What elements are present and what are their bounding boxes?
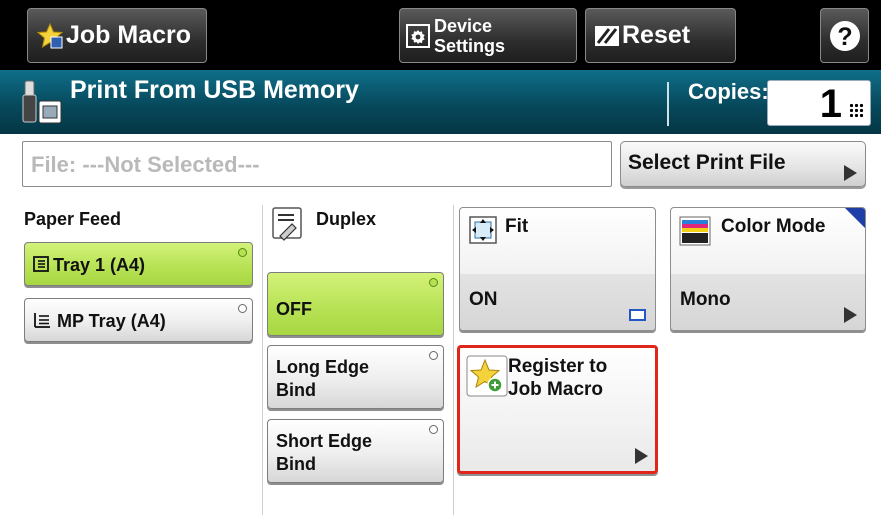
fit-setting-indicator	[629, 309, 646, 321]
register-label-line2: Job Macro	[508, 379, 604, 400]
copies-label: Copies:	[688, 79, 769, 104]
duplex-long-edge-button[interactable]: Long Edge Bind	[267, 345, 444, 409]
tray-icon	[33, 256, 49, 272]
arrow-right-icon	[844, 165, 857, 181]
keypad-icon	[849, 103, 864, 118]
register-label-line1: Register to	[508, 356, 608, 377]
reset-icon	[595, 25, 619, 46]
copies-value: 1	[819, 82, 842, 126]
device-settings-label-line1: Device	[434, 15, 493, 36]
select-print-file-label: Select Print File	[628, 151, 786, 174]
help-button[interactable]: ?	[820, 8, 869, 63]
device-settings-label-line2: Settings	[434, 35, 506, 56]
mp-tray-label: MP Tray (A4)	[57, 311, 166, 331]
help-icon: ?	[829, 20, 860, 51]
column-divider	[453, 205, 454, 515]
star-icon	[37, 22, 63, 48]
unselected-indicator	[429, 425, 438, 434]
duplex-off-button[interactable]: OFF	[267, 272, 444, 336]
duplex-label: Duplex	[316, 209, 377, 229]
help-label: ?	[837, 23, 852, 51]
usb-memory-icon	[22, 80, 62, 124]
selected-indicator	[238, 248, 247, 257]
arrow-right-icon	[844, 307, 857, 323]
color-mode-icon	[679, 216, 711, 246]
device-settings-button[interactable]: Device Settings	[399, 8, 577, 63]
unselected-indicator	[429, 351, 438, 360]
register-star-icon	[466, 355, 508, 397]
reset-label: Reset	[622, 21, 691, 49]
short-edge-label-line2: Bind	[276, 454, 316, 474]
file-field-text: File: ---Not Selected---	[31, 152, 260, 177]
fit-icon	[469, 216, 497, 244]
reset-button[interactable]: Reset	[585, 8, 736, 63]
copies-input[interactable]: 1	[767, 80, 871, 126]
title-divider	[667, 82, 669, 126]
duplex-short-edge-button[interactable]: Short Edge Bind	[267, 419, 444, 483]
color-mode-tile[interactable]: Color Mode Mono	[670, 207, 866, 331]
job-macro-button[interactable]: Job Macro	[27, 8, 207, 63]
selected-indicator	[429, 278, 438, 287]
long-edge-label-line1: Long Edge	[276, 357, 369, 377]
long-edge-label-line2: Bind	[276, 380, 316, 400]
job-macro-label: Job Macro	[66, 21, 192, 49]
page-title: Print From USB Memory	[70, 76, 359, 104]
select-print-file-button[interactable]: Select Print File	[620, 141, 866, 187]
fit-value: ON	[469, 289, 498, 310]
mp-tray-icon	[34, 313, 50, 328]
fit-tile[interactable]: Fit ON	[459, 207, 656, 331]
paper-feed-label: Paper Feed	[24, 209, 122, 229]
unselected-indicator	[238, 304, 247, 313]
register-job-macro-tile[interactable]: Register to Job Macro	[457, 345, 658, 474]
mp-tray-button[interactable]: MP Tray (A4)	[24, 298, 253, 342]
corner-flag-icon	[845, 208, 865, 228]
short-edge-label-line1: Short Edge	[276, 431, 373, 451]
tray-1-label: Tray 1 (A4)	[53, 255, 146, 275]
fit-label: Fit	[505, 216, 529, 237]
arrow-right-icon	[635, 448, 648, 464]
duplex-off-label: OFF	[276, 299, 312, 319]
tray-1-button[interactable]: Tray 1 (A4)	[24, 242, 253, 286]
color-mode-label: Color Mode	[721, 216, 826, 237]
duplex-icon	[272, 207, 302, 241]
device-settings-icon	[406, 23, 430, 48]
color-mode-value: Mono	[680, 289, 731, 310]
column-divider	[262, 205, 263, 515]
